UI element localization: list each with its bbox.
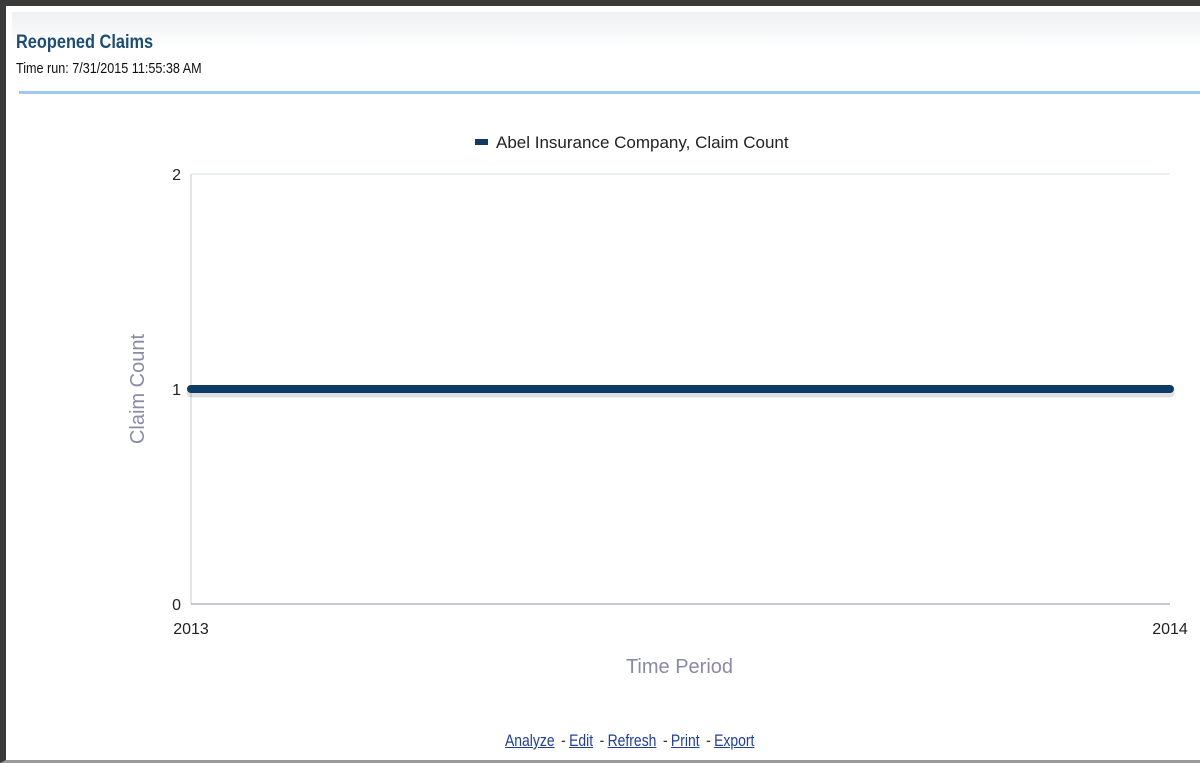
y-tick-label: 2 bbox=[172, 167, 181, 184]
edit-link[interactable]: Edit bbox=[569, 731, 593, 750]
y-tick-label: 0 bbox=[172, 597, 181, 614]
chart-labels: 0 1 2 2013 2014 Time Period Claim Count bbox=[127, 167, 1188, 678]
analyze-link[interactable]: Analyze bbox=[505, 731, 555, 750]
link-separator: - bbox=[561, 731, 566, 750]
y-tick-label: 1 bbox=[172, 382, 181, 399]
legend-swatch bbox=[475, 139, 488, 145]
link-separator: - bbox=[706, 731, 711, 750]
chart-series bbox=[186, 385, 1175, 398]
link-separator: - bbox=[662, 731, 668, 750]
refresh-link[interactable]: Refresh bbox=[608, 731, 657, 750]
link-separator: - bbox=[599, 731, 605, 750]
data-point bbox=[1167, 386, 1173, 392]
export-link[interactable]: Export bbox=[714, 731, 754, 750]
legend-label: Abel Insurance Company, Claim Count bbox=[496, 133, 789, 152]
y-axis-title: Claim Count bbox=[127, 334, 149, 444]
x-tick-label: 2014 bbox=[1152, 621, 1188, 638]
x-tick-label: 2013 bbox=[173, 621, 209, 638]
line-chart: 0 1 2 2013 2014 Time Period Claim Count Abel I… bbox=[127, 133, 1188, 678]
x-axis-title: Time Period bbox=[626, 656, 733, 678]
data-point bbox=[188, 386, 194, 392]
chart-legend: Abel Insurance Company, Claim Count bbox=[475, 133, 789, 152]
print-link[interactable]: Print bbox=[671, 731, 700, 750]
report-links: Analyze - Edit - Refresh - Print - Export bbox=[505, 731, 754, 751]
